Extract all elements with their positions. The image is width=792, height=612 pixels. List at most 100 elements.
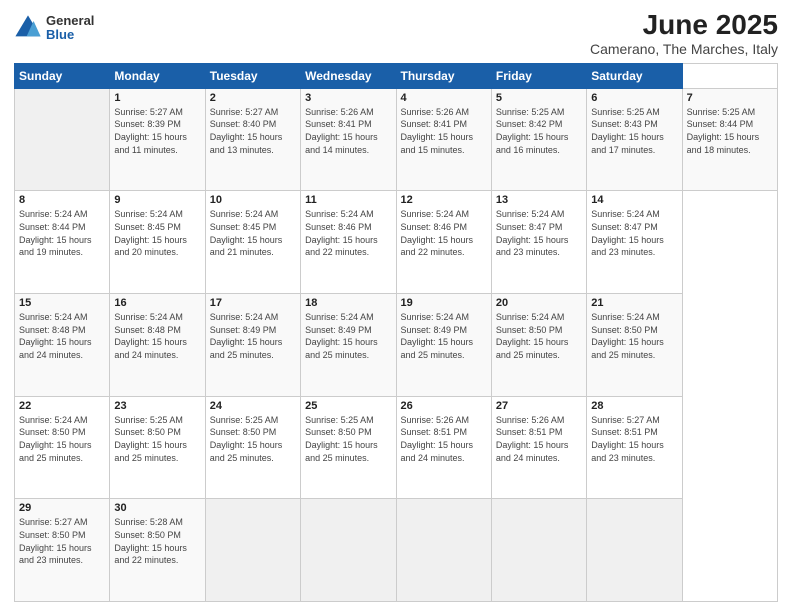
day-number: 3 <box>305 92 391 104</box>
table-row <box>15 88 110 191</box>
day-info: Sunrise: 5:28 AMSunset: 8:50 PMDaylight:… <box>114 516 200 566</box>
table-row: 19Sunrise: 5:24 AMSunset: 8:49 PMDayligh… <box>396 294 491 397</box>
day-number: 15 <box>19 297 105 309</box>
table-row: 28 Sunrise: 5:27 AMSunset: 8:51 PMDayligh… <box>587 396 682 499</box>
day-number: 11 <box>305 194 391 206</box>
table-row: 17Sunrise: 5:24 AMSunset: 8:49 PMDayligh… <box>205 294 300 397</box>
table-row: 23 Sunrise: 5:25 AMSunset: 8:50 PMDayligh… <box>110 396 205 499</box>
day-info: Sunrise: 5:25 AMSunset: 8:43 PMDaylight:… <box>591 106 677 156</box>
calendar-table: Sunday Monday Tuesday Wednesday Thursday… <box>14 63 778 602</box>
day-info: Sunrise: 5:24 AMSunset: 8:50 PMDaylight:… <box>496 311 582 361</box>
col-sunday: Sunday <box>15 63 110 88</box>
day-number: 24 <box>210 400 296 412</box>
table-row: 14Sunrise: 5:24 AMSunset: 8:47 PMDayligh… <box>587 191 682 294</box>
day-number: 18 <box>305 297 391 309</box>
table-row: 3 Sunrise: 5:26 AMSunset: 8:41 PMDaylight… <box>301 88 396 191</box>
day-info: Sunrise: 5:24 AMSunset: 8:47 PMDaylight:… <box>496 208 582 258</box>
table-row: 12 Sunrise: 5:24 AMSunset: 8:46 PMDayligh… <box>396 191 491 294</box>
day-number: 17 <box>210 297 296 309</box>
day-number: 30 <box>114 502 200 514</box>
table-row: 4Sunrise: 5:26 AMSunset: 8:41 PMDaylight… <box>396 88 491 191</box>
header: General Blue June 2025 Camerano, The Mar… <box>14 10 778 57</box>
day-number: 20 <box>496 297 582 309</box>
day-info: Sunrise: 5:26 AMSunset: 8:51 PMDaylight:… <box>496 414 582 464</box>
calendar-week-row: 1 Sunrise: 5:27 AMSunset: 8:39 PMDaylight… <box>15 88 778 191</box>
day-info: Sunrise: 5:24 AMSunset: 8:46 PMDaylight:… <box>401 208 487 258</box>
day-number: 12 <box>401 194 487 206</box>
table-row <box>396 499 491 602</box>
day-number: 5 <box>496 92 582 104</box>
day-info: Sunrise: 5:25 AMSunset: 8:50 PMDaylight:… <box>305 414 391 464</box>
day-number: 2 <box>210 92 296 104</box>
day-info: Sunrise: 5:27 AMSunset: 8:39 PMDaylight:… <box>114 106 200 156</box>
table-row: 6Sunrise: 5:25 AMSunset: 8:43 PMDaylight… <box>587 88 682 191</box>
calendar-subtitle: Camerano, The Marches, Italy <box>590 41 778 57</box>
table-row: 27 Sunrise: 5:26 AMSunset: 8:51 PMDayligh… <box>491 396 586 499</box>
day-number: 10 <box>210 194 296 206</box>
logo: General Blue <box>14 14 94 43</box>
col-wednesday: Wednesday <box>301 63 396 88</box>
day-number: 7 <box>687 92 773 104</box>
col-friday: Friday <box>491 63 586 88</box>
day-number: 22 <box>19 400 105 412</box>
day-info: Sunrise: 5:24 AMSunset: 8:49 PMDaylight:… <box>305 311 391 361</box>
table-row <box>587 499 682 602</box>
table-row: 1 Sunrise: 5:27 AMSunset: 8:39 PMDaylight… <box>110 88 205 191</box>
table-row: 10Sunrise: 5:24 AMSunset: 8:45 PMDayligh… <box>205 191 300 294</box>
table-row: 29 Sunrise: 5:27 AMSunset: 8:50 PMDayligh… <box>15 499 110 602</box>
day-info: Sunrise: 5:25 AMSunset: 8:50 PMDaylight:… <box>114 414 200 464</box>
calendar-header-row: Sunday Monday Tuesday Wednesday Thursday… <box>15 63 778 88</box>
logo-general: General <box>46 14 94 28</box>
table-row: 8 Sunrise: 5:24 AMSunset: 8:44 PMDaylight… <box>15 191 110 294</box>
table-row: 18 Sunrise: 5:24 AMSunset: 8:49 PMDayligh… <box>301 294 396 397</box>
day-number: 26 <box>401 400 487 412</box>
logo-icon <box>14 14 42 42</box>
col-thursday: Thursday <box>396 63 491 88</box>
table-row: 13Sunrise: 5:24 AMSunset: 8:47 PMDayligh… <box>491 191 586 294</box>
table-row: 7 Sunrise: 5:25 AMSunset: 8:44 PMDaylight… <box>682 88 777 191</box>
calendar-week-row: 15 Sunrise: 5:24 AMSunset: 8:48 PMDayligh… <box>15 294 778 397</box>
day-number: 9 <box>114 194 200 206</box>
col-tuesday: Tuesday <box>205 63 300 88</box>
day-number: 16 <box>114 297 200 309</box>
day-info: Sunrise: 5:26 AMSunset: 8:51 PMDaylight:… <box>401 414 487 464</box>
col-saturday: Saturday <box>587 63 682 88</box>
day-info: Sunrise: 5:24 AMSunset: 8:45 PMDaylight:… <box>114 208 200 258</box>
table-row: 25 Sunrise: 5:25 AMSunset: 8:50 PMDayligh… <box>301 396 396 499</box>
day-number: 4 <box>401 92 487 104</box>
day-info: Sunrise: 5:26 AMSunset: 8:41 PMDaylight:… <box>305 106 391 156</box>
day-info: Sunrise: 5:24 AMSunset: 8:48 PMDaylight:… <box>19 311 105 361</box>
calendar-title: June 2025 <box>590 10 778 41</box>
day-number: 19 <box>401 297 487 309</box>
table-row: 22 Sunrise: 5:24 AMSunset: 8:50 PMDayligh… <box>15 396 110 499</box>
table-row: 9 Sunrise: 5:24 AMSunset: 8:45 PMDaylight… <box>110 191 205 294</box>
day-number: 28 <box>591 400 677 412</box>
day-number: 21 <box>591 297 677 309</box>
logo-text: General Blue <box>46 14 94 43</box>
title-block: June 2025 Camerano, The Marches, Italy <box>590 10 778 57</box>
day-number: 23 <box>114 400 200 412</box>
table-row: 11Sunrise: 5:24 AMSunset: 8:46 PMDayligh… <box>301 191 396 294</box>
table-row: 21Sunrise: 5:24 AMSunset: 8:50 PMDayligh… <box>587 294 682 397</box>
table-row <box>491 499 586 602</box>
table-row: 16 Sunrise: 5:24 AMSunset: 8:48 PMDayligh… <box>110 294 205 397</box>
day-info: Sunrise: 5:24 AMSunset: 8:50 PMDaylight:… <box>19 414 105 464</box>
table-row: 24 Sunrise: 5:25 AMSunset: 8:50 PMDayligh… <box>205 396 300 499</box>
day-info: Sunrise: 5:24 AMSunset: 8:44 PMDaylight:… <box>19 208 105 258</box>
page: General Blue June 2025 Camerano, The Mar… <box>0 0 792 612</box>
day-number: 8 <box>19 194 105 206</box>
day-info: Sunrise: 5:27 AMSunset: 8:51 PMDaylight:… <box>591 414 677 464</box>
day-number: 29 <box>19 502 105 514</box>
day-info: Sunrise: 5:25 AMSunset: 8:50 PMDaylight:… <box>210 414 296 464</box>
table-row <box>205 499 300 602</box>
day-number: 25 <box>305 400 391 412</box>
day-number: 27 <box>496 400 582 412</box>
table-row: 30 Sunrise: 5:28 AMSunset: 8:50 PMDayligh… <box>110 499 205 602</box>
table-row: 15 Sunrise: 5:24 AMSunset: 8:48 PMDayligh… <box>15 294 110 397</box>
day-info: Sunrise: 5:25 AMSunset: 8:44 PMDaylight:… <box>687 106 773 156</box>
day-info: Sunrise: 5:24 AMSunset: 8:48 PMDaylight:… <box>114 311 200 361</box>
day-info: Sunrise: 5:27 AMSunset: 8:50 PMDaylight:… <box>19 516 105 566</box>
calendar-week-row: 8 Sunrise: 5:24 AMSunset: 8:44 PMDaylight… <box>15 191 778 294</box>
day-number: 1 <box>114 92 200 104</box>
day-info: Sunrise: 5:25 AMSunset: 8:42 PMDaylight:… <box>496 106 582 156</box>
